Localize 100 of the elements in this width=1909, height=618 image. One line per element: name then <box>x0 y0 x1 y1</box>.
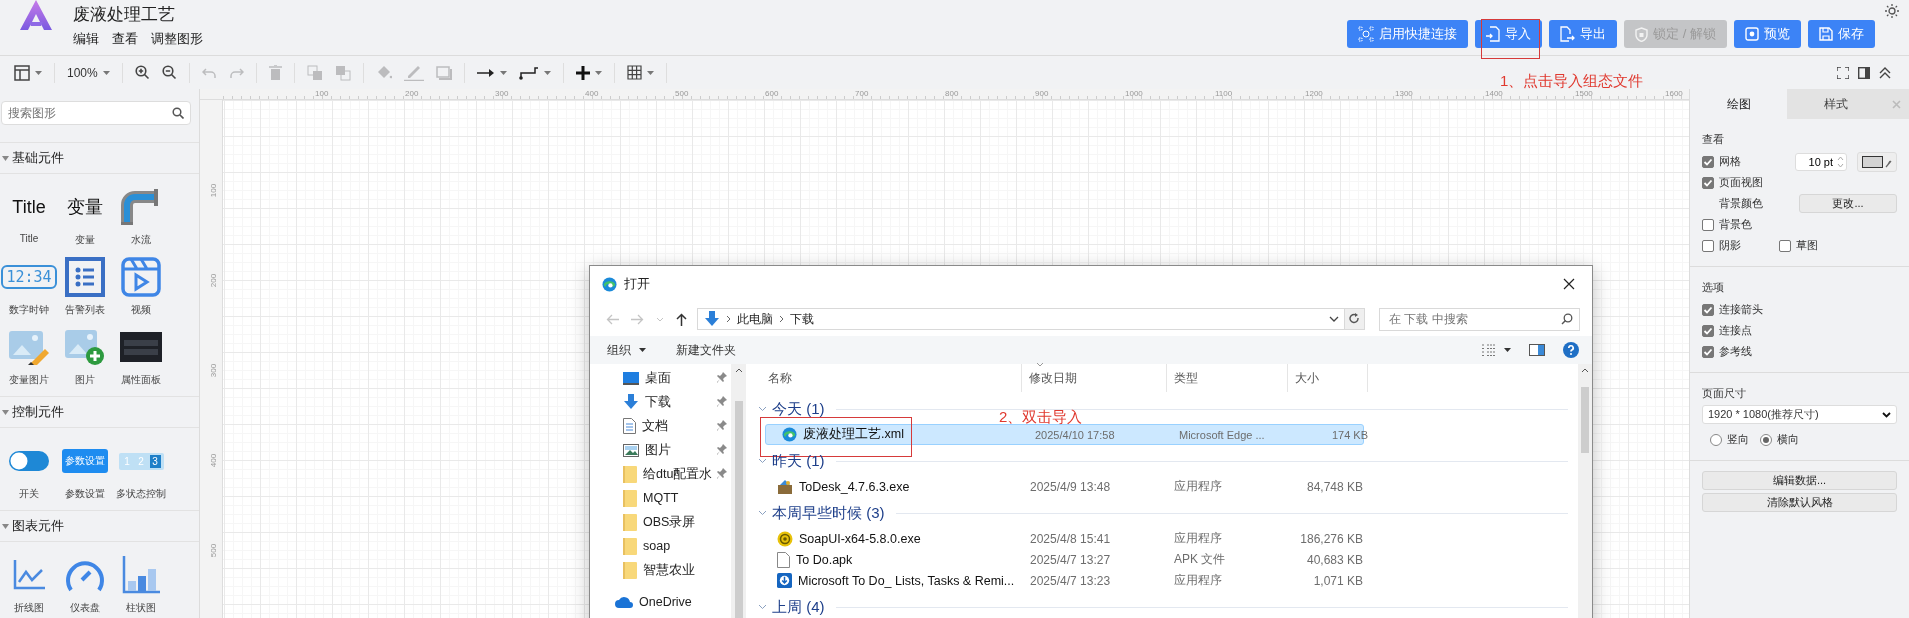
zoom-select[interactable]: 100% <box>67 61 110 84</box>
chevron-down-icon <box>758 458 767 464</box>
chevron-down-icon <box>1882 411 1891 418</box>
checkbox-label: 背景色 <box>1719 217 1752 232</box>
column-header[interactable]: 类型 <box>1167 364 1288 392</box>
line-chart-icon <box>13 560 45 590</box>
bring-front-icon <box>306 64 323 81</box>
refresh-button[interactable] <box>1345 308 1365 330</box>
radio-button[interactable] <box>1760 433 1772 446</box>
section-header[interactable]: 基础元件 <box>0 142 199 174</box>
nav-item[interactable]: 图片 <box>645 441 671 459</box>
left-arrow-icon <box>606 313 619 325</box>
checkbox[interactable] <box>1702 239 1714 252</box>
group-title[interactable]: 昨天 (1) <box>772 451 825 471</box>
ruler-label: 500 <box>209 543 219 558</box>
import-button[interactable]: 导入 <box>1475 20 1543 48</box>
color-picker-button[interactable] <box>1857 151 1897 172</box>
file-date: 2025/4/9 13:48 <box>1029 479 1112 494</box>
search-field[interactable]: 搜索图形 <box>1 101 191 125</box>
address-bar[interactable]: 此电脑 下载 <box>697 308 1345 330</box>
file-row[interactable]: ToDesk_4.7.6.3.exe 2025/4/9 13:48 应用程序 84,748 KB <box>765 476 1364 497</box>
ruler-label: 100 <box>315 89 329 98</box>
change-button[interactable]: 更改... <box>1799 194 1897 213</box>
import-file-icon <box>1486 26 1501 42</box>
menu-item[interactable]: 调整图形 <box>151 30 203 47</box>
file-name: 废液处理工艺.xml <box>803 426 904 443</box>
menu-item[interactable]: 编辑 <box>73 30 99 47</box>
save-button[interactable]: 保存 <box>1808 20 1875 48</box>
file-row[interactable]: Microsoft To Do_ Lists, Tasks & Remi... 2025/4/7 13:23 应用程序 1,071 KB <box>765 570 1364 591</box>
checkbox[interactable] <box>1702 345 1714 358</box>
segment-number: 1 <box>123 454 131 468</box>
number-field[interactable]: 10 pt <box>1795 152 1847 171</box>
nav-item[interactable]: OneDrive <box>639 595 692 609</box>
connect-button[interactable]: 启用快捷连接 <box>1347 20 1469 48</box>
scrollbar[interactable] <box>731 364 746 618</box>
panel-tab[interactable]: 样式 <box>1787 89 1884 119</box>
section-header[interactable]: 控制元件 <box>0 396 199 428</box>
monitor-icon <box>623 371 639 385</box>
nav-item[interactable]: 文档 <box>642 417 668 435</box>
image-pencil-icon <box>9 329 49 365</box>
scrollbar-thumb[interactable] <box>1581 387 1589 453</box>
search-field[interactable]: 在 下载 中搜索 <box>1379 307 1580 331</box>
command-button[interactable]: 新建文件夹 <box>676 341 736 359</box>
menu-item[interactable]: 查看 <box>112 30 138 47</box>
panel-button[interactable]: 编辑数据... <box>1702 471 1897 490</box>
file-row[interactable]: To Do.apk 2025/4/7 13:27 APK 文件 40,683 KB <box>765 549 1364 570</box>
shape-label: 数字时钟 <box>9 303 49 317</box>
shape-label: 仪表盘 <box>70 601 100 615</box>
panel-button[interactable]: 清除默认风格 <box>1702 493 1897 512</box>
preview-button[interactable]: 预览 <box>1734 20 1801 48</box>
checkbox[interactable] <box>1702 218 1714 231</box>
nav-item[interactable]: 给dtu配置水 <box>643 465 713 483</box>
group-title[interactable]: 本周早些时候 (3) <box>772 503 885 523</box>
file-row[interactable]: SoapUI-x64-5.8.0.exe 2025/4/8 15:41 应用程序 186,276 KB <box>765 528 1364 549</box>
export-file-icon <box>1560 26 1576 42</box>
ruler-label: 900 <box>1035 89 1049 98</box>
nav-item[interactable]: 桌面 <box>645 369 671 387</box>
nav-item[interactable]: MQTT <box>643 491 679 505</box>
view-button[interactable] <box>1482 344 1511 356</box>
field-label: 背景颜色 <box>1719 196 1763 211</box>
page-size-select[interactable]: 1920 * 1080(推荐尺寸) <box>1702 405 1897 424</box>
path-segment[interactable]: 此电脑 <box>737 310 773 328</box>
checkbox[interactable] <box>1779 239 1791 252</box>
checkbox[interactable] <box>1702 176 1714 189</box>
preview-text: 变量 <box>67 196 103 219</box>
section-header[interactable]: 图表元件 <box>0 510 199 542</box>
checkbox[interactable] <box>1702 155 1714 168</box>
chevron-down-icon <box>758 604 767 610</box>
image-plus-icon <box>65 328 105 366</box>
checkbox[interactable] <box>1702 324 1714 337</box>
group-title[interactable]: 上周 (4) <box>772 597 825 617</box>
column-header[interactable]: 修改日期 <box>1022 364 1167 392</box>
nav-item[interactable]: 下载 <box>645 393 671 411</box>
column-header[interactable]: 大小 <box>1288 364 1368 392</box>
command-button[interactable]: 组织 <box>607 341 646 359</box>
expanded-triangle-icon <box>2 155 9 161</box>
chevron-down-icon <box>758 406 767 412</box>
folder-icon <box>623 537 637 555</box>
path-segment[interactable]: 下载 <box>790 310 814 328</box>
column-header[interactable]: 名称 <box>746 364 1022 392</box>
group-title[interactable]: 今天 (1) <box>772 399 825 419</box>
nav-item[interactable]: OBS录屏 <box>643 513 696 531</box>
file-size: 84,748 KB <box>1305 479 1363 494</box>
file-type: APK 文件 <box>1173 551 1227 568</box>
side-panel-icon <box>1858 66 1870 79</box>
installer-icon <box>777 478 793 495</box>
shadow-box-icon <box>435 65 452 80</box>
radio-button[interactable] <box>1710 433 1722 446</box>
ruler-label: 1400 <box>1485 89 1503 98</box>
step-hint: 1、点击导入组态文件 <box>1500 72 1644 89</box>
checkbox[interactable] <box>1702 303 1714 316</box>
scrollbar[interactable] <box>1578 364 1592 618</box>
shape-label: 属性面板 <box>121 373 161 387</box>
swirl-icon <box>602 276 617 292</box>
export-button[interactable]: 导出 <box>1549 20 1618 48</box>
arrow-icon <box>476 67 495 78</box>
file-type: 应用程序 <box>1173 478 1223 495</box>
nav-item[interactable]: 智慧农业 <box>643 561 695 579</box>
scrollbar-thumb[interactable] <box>734 401 743 618</box>
nav-item[interactable]: soap <box>643 539 671 553</box>
